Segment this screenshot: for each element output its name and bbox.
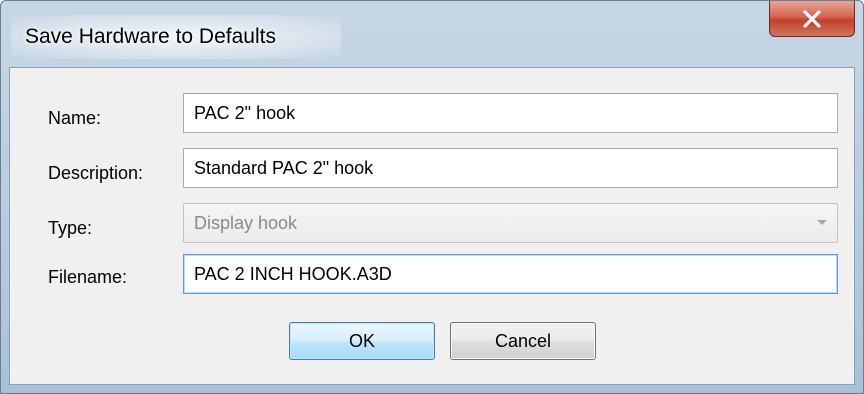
dialog-window: Save Hardware to Defaults Name: PAC 2" h… [0,0,864,394]
close-x-icon [803,9,821,28]
description-field[interactable]: Standard PAC 2" hook [183,148,838,188]
ok-button[interactable]: OK [289,322,435,360]
filename-field[interactable]: PAC 2 INCH HOOK.A3D [183,254,838,294]
chevron-down-icon [817,220,827,225]
cancel-button[interactable]: Cancel [450,322,596,360]
type-select-value: Display hook [194,212,298,233]
filename-field-value: PAC 2 INCH HOOK.A3D [194,263,392,284]
window-title: Save Hardware to Defaults [25,25,276,48]
type-select[interactable]: Display hook [183,203,838,243]
filename-label: Filename: [48,267,128,287]
description-label: Description: [48,163,144,183]
name-field-value: PAC 2" hook [194,102,296,123]
close-button[interactable] [769,1,855,37]
name-label: Name: [48,108,102,128]
cancel-button-label: Cancel [494,330,552,351]
description-field-value: Standard PAC 2" hook [194,157,374,178]
ok-button-label: OK [348,330,375,351]
name-field[interactable]: PAC 2" hook [183,93,838,133]
dialog-body: Name: PAC 2" hook Description: Standard … [9,67,855,385]
type-label: Type: [48,218,93,238]
